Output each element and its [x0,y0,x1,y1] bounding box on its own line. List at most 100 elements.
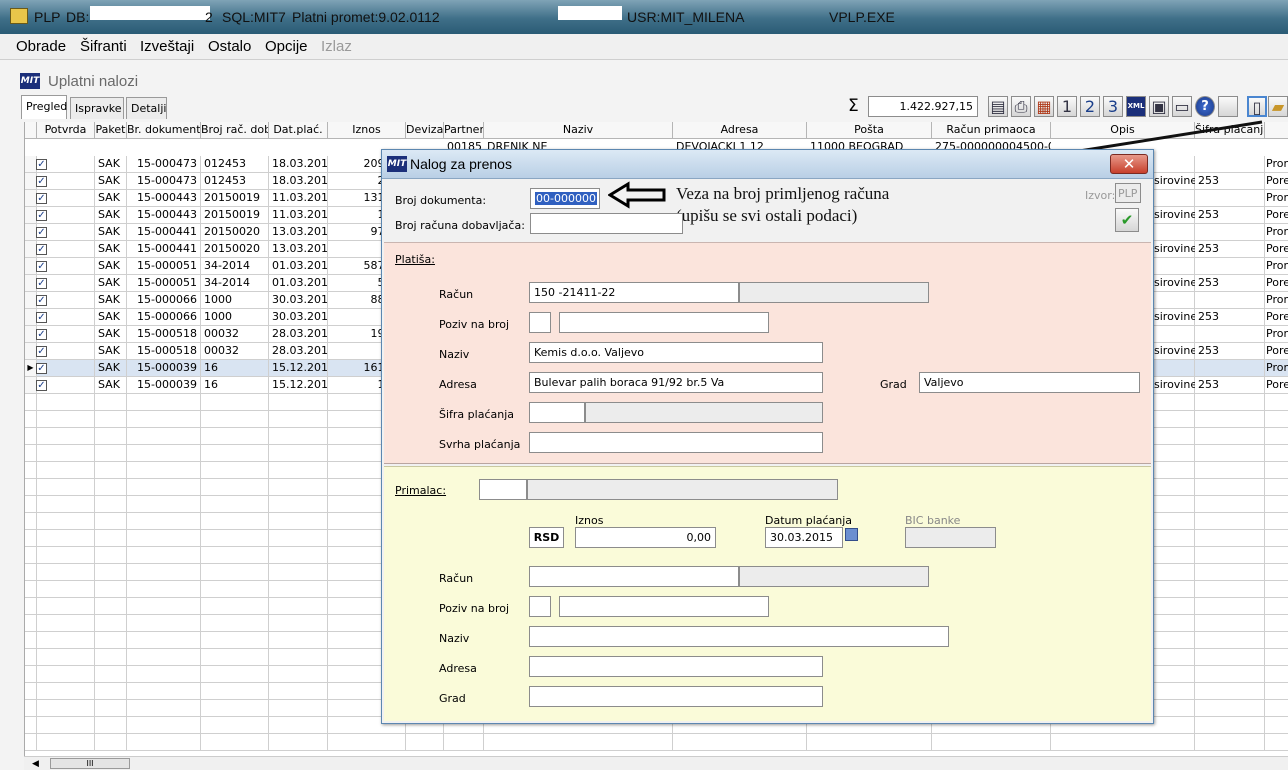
potvrda-checkbox[interactable]: ✓ [36,312,47,323]
empty-cell [269,717,328,734]
menu-ostalo[interactable]: Ostalo [208,38,251,55]
column-header[interactable]: Naziv [484,122,673,139]
platisa-sifra-input[interactable] [529,402,585,423]
blank-button[interactable] [1218,96,1238,117]
potvrda-checkbox[interactable]: ✓ [36,159,47,170]
monitor-icon[interactable]: ▭ [1172,96,1192,117]
level-3-button[interactable]: 3 [1103,96,1123,117]
column-header[interactable]: Paket [95,122,127,139]
empty-cell [1195,564,1265,581]
platisa-adresa-input[interactable]: Bulevar palih boraca 91/92 br.5 Va [529,372,823,393]
potvrda-checkbox[interactable]: ✓ [36,278,47,289]
empty-cell [269,513,328,530]
empty-cell [127,632,201,649]
platisa-poziv-model-input[interactable] [529,312,551,333]
empty-cell [1265,615,1288,632]
print-icon[interactable]: ⎙ [1011,96,1031,117]
empty-cell [1195,649,1265,666]
nalog-za-prenos-dialog: MIT Nalog za prenos ✕ Broj dokumenta: 00… [381,149,1154,724]
menu-obrade[interactable]: Obrade [16,38,66,55]
primalac-poziv-model-input[interactable] [529,596,551,617]
column-header[interactable]: Dat.plać. [269,122,328,139]
column-header[interactable]: Deviza [406,122,444,139]
menu-izvestaji[interactable]: Izveštaji [140,38,194,55]
empty-cell [127,445,201,462]
table-cell-broj: 34-2014 [201,275,269,292]
empty-cell [1265,564,1288,581]
export-icon[interactable]: ▦ [1034,96,1054,117]
level-1-button[interactable]: 1 [1057,96,1077,117]
potvrda-checkbox[interactable]: ✓ [36,261,47,272]
table-cell-datum: 11.03.2015 [269,190,328,207]
new-document-icon[interactable]: ▯ [1247,96,1267,117]
table-cell-last: Pore [1266,344,1288,357]
column-header[interactable]: Partner [444,122,484,139]
empty-cell [932,734,1051,751]
tab-ispravke[interactable]: Ispravke [70,97,124,119]
column-header[interactable]: Adresa [673,122,807,139]
potvrda-checkbox[interactable]: ✓ [36,363,47,374]
primalac-grad-input[interactable] [529,686,823,707]
menu-opcije[interactable]: Opcije [265,38,308,55]
help-icon[interactable]: ? [1195,96,1215,117]
horizontal-scrollbar[interactable]: ◀ III [24,756,1288,770]
column-header[interactable]: Broj rač. dob. [201,122,269,139]
iznos-input[interactable]: 0,00 [575,527,716,548]
report-icon[interactable]: ▤ [988,96,1008,117]
table-cell-broj: 1000 [201,292,269,309]
dialog-close-button[interactable]: ✕ [1110,154,1148,174]
empty-cell [269,615,328,632]
primalac-adresa-input[interactable] [529,656,823,677]
potvrda-checkbox[interactable]: ✓ [36,176,47,187]
level-2-button[interactable]: 2 [1080,96,1100,117]
calendar-icon[interactable]: ▣ [1149,96,1169,117]
confirm-check-button[interactable]: ✔ [1115,208,1139,232]
potvrda-checkbox[interactable]: ✓ [36,193,47,204]
platisa-racun-input[interactable]: 150 -21411-22 [529,282,739,303]
iznos-label: Iznos [575,514,604,527]
broj-racuna-dobavljaca-label: Broj računa dobavljača: [395,219,525,232]
calendar-picker-icon[interactable] [845,528,858,541]
empty-cell [1265,394,1288,411]
primalac-poziv-input[interactable] [559,596,769,617]
datum-placanja-input[interactable]: 30.03.2015 [765,527,843,548]
table-cell-sifra [1195,360,1265,377]
tab-detalji[interactable]: Detalji [126,97,167,119]
menu-izlaz[interactable]: Izlaz [321,38,352,55]
broj-racuna-dobavljaca-input[interactable] [530,213,683,234]
potvrda-checkbox[interactable]: ✓ [36,329,47,340]
primalac-naziv-input[interactable] [529,626,949,647]
open-folder-icon[interactable]: ▰ [1268,96,1288,117]
column-header[interactable]: Br. dokumenta [127,122,201,139]
primalac-racun-input[interactable] [529,566,739,587]
empty-cell [127,581,201,598]
column-header[interactable]: Potvrda [37,122,95,139]
empty-cell [269,581,328,598]
broj-dokumenta-input[interactable]: 00-000000 [530,188,600,209]
empty-cell [444,734,484,751]
platisa-poziv-input[interactable] [559,312,769,333]
scroll-thumb[interactable]: III [50,758,130,769]
empty-cell [1195,530,1265,547]
potvrda-checkbox[interactable]: ✓ [36,380,47,391]
platisa-naziv-input[interactable]: Kemis d.o.o. Valjevo [529,342,823,363]
xml-button[interactable]: XML [1126,96,1146,117]
table-cell-dok: 15-000518 [127,326,201,343]
tab-pregled[interactable]: Pregled [21,95,67,119]
table-cell-opis: sirovine [1154,174,1195,187]
primalac-code-input[interactable] [479,479,527,500]
potvrda-checkbox[interactable]: ✓ [36,244,47,255]
potvrda-checkbox[interactable]: ✓ [36,295,47,306]
potvrda-checkbox[interactable]: ✓ [36,346,47,357]
empty-cell [201,513,269,530]
platisa-grad-input[interactable]: Valjevo [919,372,1140,393]
scroll-grip: III [86,759,94,768]
table-cell-broj: 012453 [201,156,269,173]
potvrda-checkbox[interactable]: ✓ [36,210,47,221]
menu-sifranti[interactable]: Šifranti [80,38,127,55]
column-header[interactable]: Pošta [807,122,932,139]
scroll-left-arrow[interactable]: ◀ [32,759,39,769]
potvrda-checkbox[interactable]: ✓ [36,227,47,238]
column-header[interactable]: Iznos [328,122,406,139]
platisa-svrha-input[interactable] [529,432,823,453]
